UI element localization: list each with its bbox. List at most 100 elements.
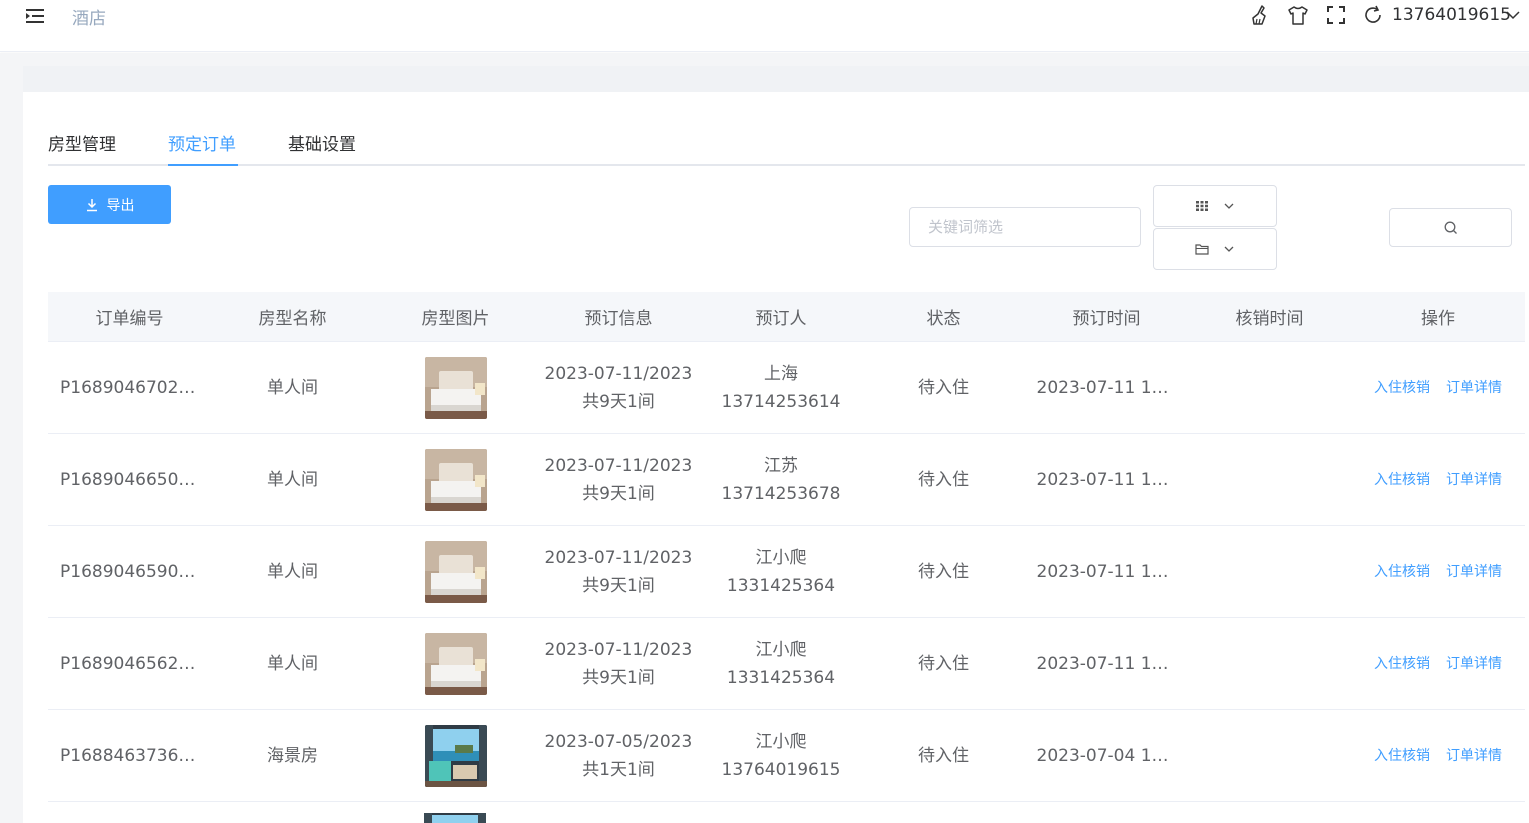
chevron-down-icon[interactable] bbox=[1505, 7, 1521, 23]
booking-time-cell: 2023-07-11 11:… bbox=[1025, 526, 1188, 617]
content-strip bbox=[23, 66, 1529, 92]
col-verify-time: 核销时间 bbox=[1235, 309, 1304, 329]
top-navbar: 酒店 13764019615 bbox=[0, 0, 1529, 52]
order-no-cell: P16884637366… bbox=[48, 710, 211, 801]
folder-icon bbox=[1195, 244, 1209, 255]
guest-phone: 13764019615 bbox=[721, 759, 841, 780]
search-button[interactable] bbox=[1389, 208, 1512, 247]
room-image-cell bbox=[374, 618, 537, 709]
order-details-link[interactable]: 订单详情 bbox=[1446, 558, 1502, 586]
room-image-cell bbox=[374, 434, 537, 525]
guest-cell: 江苏 13714253678 bbox=[700, 434, 862, 525]
verify-time bbox=[1188, 342, 1351, 433]
guest-phone: 13714253614 bbox=[721, 391, 841, 412]
order-details-link[interactable]: 订单详情 bbox=[1446, 466, 1502, 494]
booking-info-cell: 2023-07-11/2023-0 共9天1间 bbox=[537, 526, 700, 617]
order-no: P16890467025… bbox=[60, 377, 200, 398]
booking-time: 2023-07-11 11:… bbox=[1036, 653, 1177, 674]
guest-cell: 江小爬 1331425364 bbox=[700, 526, 862, 617]
check-in-verify-link[interactable]: 入住核销 bbox=[1374, 558, 1430, 586]
room-name: 单人间 bbox=[267, 469, 318, 490]
guest-phone: 13714253678 bbox=[721, 483, 841, 504]
booking-dates: 2023-07-11/2023-0 bbox=[544, 547, 693, 568]
tab-reservations[interactable]: 预定订单 bbox=[168, 130, 236, 166]
user-account[interactable]: 13764019615 bbox=[1392, 5, 1511, 25]
single-room-photo[interactable] bbox=[424, 448, 487, 511]
guest-cell: 江小爬 1331425364 bbox=[700, 618, 862, 709]
sea-view-room-photo[interactable] bbox=[424, 813, 486, 823]
hamburger-icon[interactable] bbox=[24, 6, 46, 26]
search-icon bbox=[1444, 221, 1457, 234]
check-in-verify-link[interactable]: 入住核销 bbox=[1374, 742, 1430, 770]
guest-name: 江小爬 bbox=[755, 547, 807, 568]
content-background-left bbox=[0, 53, 23, 823]
booking-dates: 2023-07-11/2023-0 bbox=[544, 455, 693, 476]
breadcrumb[interactable]: 酒店 bbox=[72, 4, 106, 29]
export-button[interactable]: 导出 bbox=[48, 185, 171, 224]
table-header: 订单编号 房型名称 房型图片 预订信息 预订人 状态 预订时间 核销时间 操作 bbox=[48, 292, 1525, 342]
status-badge: 待入住 bbox=[918, 377, 969, 398]
order-details-link[interactable]: 订单详情 bbox=[1446, 374, 1502, 402]
booking-stay: 共9天1间 bbox=[582, 483, 655, 504]
shirt-icon[interactable] bbox=[1287, 4, 1309, 26]
order-no-cell: P16890467025… bbox=[48, 342, 211, 433]
export-label: 导出 bbox=[106, 197, 135, 214]
single-room-photo[interactable] bbox=[424, 632, 487, 695]
booking-stay: 共1天1间 bbox=[582, 759, 655, 780]
booking-time-cell: 2023-07-11 11:… bbox=[1025, 342, 1188, 433]
check-in-verify-link[interactable]: 入住核销 bbox=[1374, 374, 1430, 402]
single-room-photo[interactable] bbox=[424, 540, 487, 603]
guest-cell: 江小爬 13764019615 bbox=[700, 710, 862, 801]
check-in-verify-link[interactable]: 入住核销 bbox=[1374, 650, 1430, 678]
keyword-filter-input[interactable] bbox=[909, 207, 1141, 247]
actions-cell: 入住核销 订单详情 bbox=[1351, 434, 1525, 525]
booking-time-cell: 2023-07-11 11:… bbox=[1025, 434, 1188, 525]
booking-info-cell: 2023-07-05/2023-0 共1天1间 bbox=[537, 710, 700, 801]
col-status: 状态 bbox=[926, 309, 961, 329]
order-no-cell: P16890465627… bbox=[48, 618, 211, 709]
booking-info-cell: 2023-07-11/2023-0 共9天1间 bbox=[537, 342, 700, 433]
booking-time-cell: 2023-07-11 11:… bbox=[1025, 618, 1188, 709]
table-row: P16890467025… 单人间 2023-07-11/2023-0 共9天1… bbox=[48, 342, 1525, 434]
col-actions: 操作 bbox=[1421, 309, 1455, 329]
table-row: P16890465627… 单人间 2023-07-11/2023-0 共9天1… bbox=[48, 618, 1525, 710]
tab-room-types[interactable]: 房型管理 bbox=[48, 130, 116, 166]
order-details-link[interactable]: 订单详情 bbox=[1446, 742, 1502, 770]
booking-time: 2023-07-11 11:… bbox=[1036, 469, 1177, 490]
booking-dates: 2023-07-05/2023-0 bbox=[544, 731, 693, 752]
col-room-image: 房型图片 bbox=[421, 309, 490, 329]
booking-time-cell: 2023-07-04 17… bbox=[1025, 710, 1188, 801]
booking-stay: 共9天1间 bbox=[582, 575, 655, 596]
fullscreen-icon[interactable] bbox=[1325, 4, 1347, 26]
order-no: P16890465906… bbox=[60, 561, 200, 582]
broom-icon[interactable] bbox=[1250, 4, 1272, 26]
actions-cell: 入住核销 订单详情 bbox=[1351, 710, 1525, 801]
booking-time: 2023-07-11 11:… bbox=[1036, 377, 1177, 398]
check-in-verify-link[interactable]: 入住核销 bbox=[1374, 466, 1430, 494]
order-details-link[interactable]: 订单详情 bbox=[1446, 650, 1502, 678]
actions-cell: 入住核销 订单详情 bbox=[1351, 342, 1525, 433]
booking-info-cell: 2023-07-11/2023-0 共9天1间 bbox=[537, 618, 700, 709]
booking-stay: 共9天1间 bbox=[582, 391, 655, 412]
verify-time bbox=[1188, 710, 1351, 801]
guest-name: 江小爬 bbox=[755, 731, 807, 752]
refresh-icon[interactable] bbox=[1362, 4, 1384, 26]
verify-time bbox=[1188, 434, 1351, 525]
table-row: P16890466507… 单人间 2023-07-11/2023-0 共9天1… bbox=[48, 434, 1525, 526]
active-tab-indicator bbox=[168, 164, 238, 166]
order-no-cell: P16890465906… bbox=[48, 526, 211, 617]
chevron-down-icon bbox=[1224, 246, 1234, 252]
room-name: 单人间 bbox=[267, 377, 318, 398]
booking-dates: 2023-07-11/2023-0 bbox=[544, 639, 693, 660]
status-badge: 待入住 bbox=[918, 561, 969, 582]
tab-basic-settings[interactable]: 基础设置 bbox=[288, 130, 356, 166]
room-name: 单人间 bbox=[267, 561, 318, 582]
sea-view-room-photo[interactable] bbox=[424, 724, 487, 787]
status-badge: 待入住 bbox=[918, 469, 969, 490]
verify-time bbox=[1188, 526, 1351, 617]
grid-icon bbox=[1196, 201, 1208, 211]
single-room-photo[interactable] bbox=[424, 356, 487, 419]
table-row: P16884637366… 海景房 2023-07-05/2023-0 共1天1… bbox=[48, 710, 1525, 802]
column-settings-button[interactable] bbox=[1153, 185, 1277, 227]
folder-button[interactable] bbox=[1153, 228, 1277, 270]
